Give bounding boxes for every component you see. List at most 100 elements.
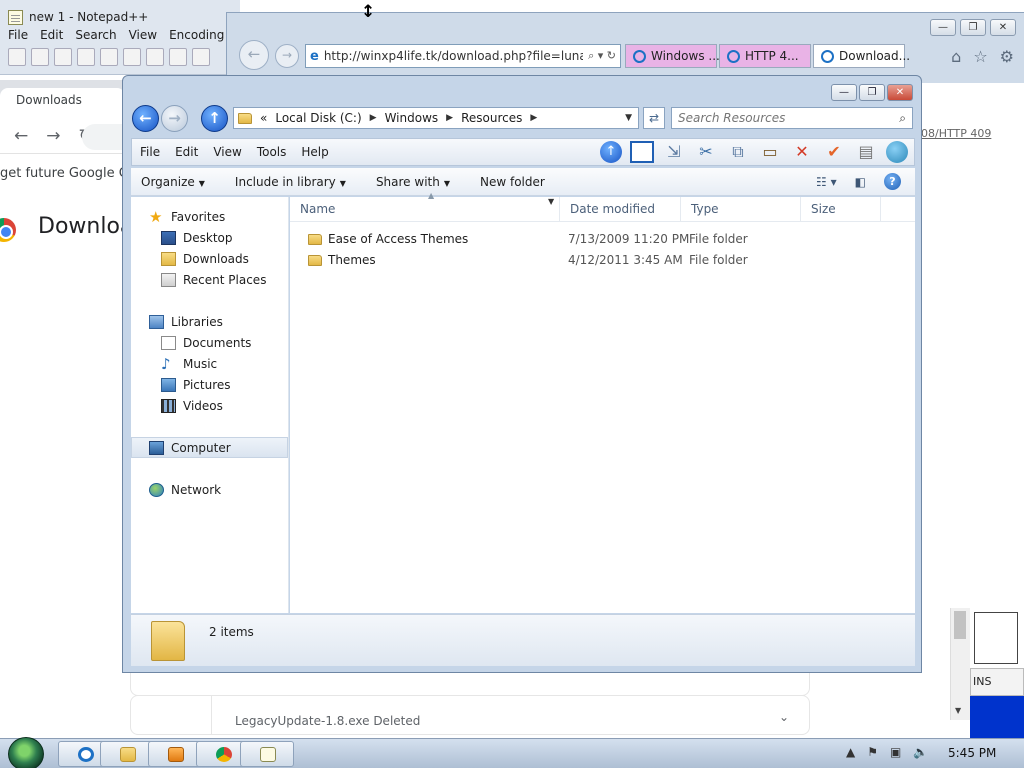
npp-menu-file[interactable]: File [8, 28, 28, 42]
breadcrumb-separator-icon[interactable]: ▶ [370, 113, 377, 123]
column-size[interactable]: Size [801, 197, 881, 222]
nav-downloads[interactable]: Downloads [131, 248, 249, 269]
table-row[interactable]: Themes 4/12/2011 3:45 AM File folder [290, 250, 915, 271]
notepadpp-window[interactable]: new 1 - Notepad++ File Edit Search View … [0, 0, 240, 75]
close-button[interactable]: ✕ [887, 84, 913, 101]
search-input[interactable] [678, 111, 900, 125]
home-icon[interactable]: ⌂ [951, 47, 961, 66]
print-icon[interactable] [146, 48, 164, 66]
nav-recent-places[interactable]: Recent Places [131, 269, 266, 290]
menu-file[interactable]: File [140, 145, 169, 159]
column-dropdown-icon[interactable]: ▼ [548, 197, 554, 206]
delete-icon[interactable]: ✕ [790, 141, 814, 163]
save-all-icon[interactable] [77, 48, 95, 66]
search-box[interactable]: ⌕ [671, 107, 913, 129]
forward-button[interactable]: → [161, 105, 188, 132]
share-with-button[interactable]: Share with ▼ [376, 175, 450, 189]
nav-desktop[interactable]: Desktop [131, 227, 233, 248]
ie-page-link[interactable]: 08/HTTP 409 [921, 127, 991, 140]
preview-pane-icon[interactable]: ◧ [855, 175, 866, 189]
breadcrumb-overflow[interactable]: « [260, 111, 267, 125]
copy-icon[interactable] [192, 48, 210, 66]
clock[interactable]: 5:45 PM [948, 746, 996, 760]
ie-back-button[interactable]: ← [239, 40, 269, 70]
checkmark-icon[interactable]: ✔ [822, 141, 846, 163]
ie-address-bar[interactable]: e http://winxp4life.tk/download.php?file… [305, 44, 621, 68]
up-folder-icon[interactable]: ↑ [600, 141, 622, 163]
menu-edit[interactable]: Edit [175, 145, 207, 159]
move-to-icon[interactable]: ⇲ [662, 141, 686, 163]
open-file-icon[interactable] [31, 48, 49, 66]
back-button[interactable]: ← [132, 105, 159, 132]
breadcrumb-local-disk[interactable]: Local Disk (C:) [275, 111, 361, 125]
save-icon[interactable] [54, 48, 72, 66]
copy-icon[interactable]: ⧉ [726, 141, 750, 163]
folders-pane-icon[interactable] [630, 141, 654, 163]
nav-network[interactable]: Network [131, 479, 221, 500]
close-file-icon[interactable] [100, 48, 118, 66]
action-center-flag-icon[interactable]: ⚑ [867, 745, 878, 759]
chevron-down-icon[interactable]: ⌄ [779, 710, 789, 724]
chrome-tab-downloads[interactable]: Downloads [0, 88, 125, 118]
favorites-star-icon[interactable]: ☆ [973, 47, 987, 66]
menu-view[interactable]: View [213, 145, 250, 159]
minimize-button[interactable]: — [831, 84, 857, 101]
ie-url-text[interactable]: http://winxp4life.tk/download.php?file=l… [324, 49, 583, 63]
back-arrow-icon[interactable]: ← [14, 126, 28, 146]
breadcrumb-separator-icon[interactable]: ▶ [530, 113, 537, 123]
table-row[interactable]: Ease of Access Themes 7/13/2009 11:20 PM… [290, 229, 915, 250]
npp-menu-search[interactable]: Search [75, 28, 116, 42]
column-date-modified[interactable]: Date modified [560, 197, 681, 222]
nav-computer[interactable]: Computer [131, 437, 288, 458]
network-status-icon[interactable]: ▣ [890, 745, 901, 759]
download-card[interactable]: LegacyUpdate-1.8.exe Deleted ⌄ [130, 695, 810, 735]
column-type[interactable]: Type [681, 197, 801, 222]
nav-pictures[interactable]: Pictures [131, 374, 231, 395]
explorer-window[interactable]: — ❐ ✕ ← → ↑ « Local Disk (C:) ▶ Windows … [122, 75, 922, 673]
menu-tools[interactable]: Tools [257, 145, 296, 159]
search-icon[interactable]: ⌕ [899, 111, 906, 126]
close-button[interactable]: ✕ [990, 19, 1016, 36]
nav-libraries[interactable]: Libraries [131, 311, 223, 332]
help-icon[interactable]: ? [884, 173, 901, 190]
chrome-window[interactable]: Downloads ← → ↻ get future Google Ch Dow… [0, 80, 142, 740]
breadcrumb-windows[interactable]: Windows [385, 111, 439, 125]
address-bar[interactable]: « Local Disk (C:) ▶ Windows ▶ Resources … [233, 107, 639, 129]
volume-muted-icon[interactable]: 🔈 [913, 745, 928, 759]
organize-button[interactable]: Organize ▼ [141, 175, 205, 189]
npp-menu-view[interactable]: View [129, 28, 157, 42]
ie-tab-http[interactable]: HTTP 4... [719, 44, 811, 68]
nav-favorites[interactable]: ★ Favorites [131, 206, 225, 227]
gear-icon[interactable]: ⚙ [1000, 47, 1014, 66]
scrollbar[interactable]: ▼ [950, 608, 970, 720]
forward-arrow-icon[interactable]: → [46, 126, 60, 146]
breadcrumb-resources[interactable]: Resources [461, 111, 522, 125]
npp-menu-encoding[interactable]: Encoding [169, 28, 224, 42]
menu-help[interactable]: Help [301, 145, 337, 159]
breadcrumb-separator-icon[interactable]: ▶ [446, 113, 453, 123]
ie-tab-download[interactable]: Download... [813, 44, 910, 68]
globe-icon[interactable] [886, 141, 908, 163]
paste-icon[interactable]: ▭ [758, 141, 782, 163]
scroll-down-arrow-icon[interactable]: ▼ [955, 706, 961, 715]
cut-icon[interactable]: ✂ [694, 141, 718, 163]
up-button[interactable]: ↑ [201, 105, 228, 132]
cut-icon[interactable] [169, 48, 187, 66]
npp-menu-edit[interactable]: Edit [40, 28, 63, 42]
column-name[interactable]: Name [290, 197, 560, 222]
minimize-button[interactable]: — [930, 19, 956, 36]
close-all-icon[interactable] [123, 48, 141, 66]
nav-videos[interactable]: Videos [131, 395, 223, 416]
search-dropdown-icon[interactable]: ⌕ ▾ ↻ [588, 49, 620, 63]
maximize-button[interactable]: ❐ [859, 84, 885, 101]
new-file-icon[interactable] [8, 48, 26, 66]
taskbar-explorer-button[interactable] [100, 741, 154, 767]
view-options-icon[interactable]: ☷ ▾ [816, 175, 837, 189]
show-hidden-icons-icon[interactable]: ▲ [846, 745, 855, 759]
ie-tab-windows[interactable]: Windows ... [625, 44, 720, 68]
taskbar-media-player-button[interactable] [148, 741, 202, 767]
address-dropdown-icon[interactable]: ▼ [625, 113, 638, 123]
nav-documents[interactable]: Documents [131, 332, 251, 353]
new-folder-button[interactable]: New folder [480, 175, 545, 189]
ie-forward-button[interactable]: → [275, 44, 299, 68]
